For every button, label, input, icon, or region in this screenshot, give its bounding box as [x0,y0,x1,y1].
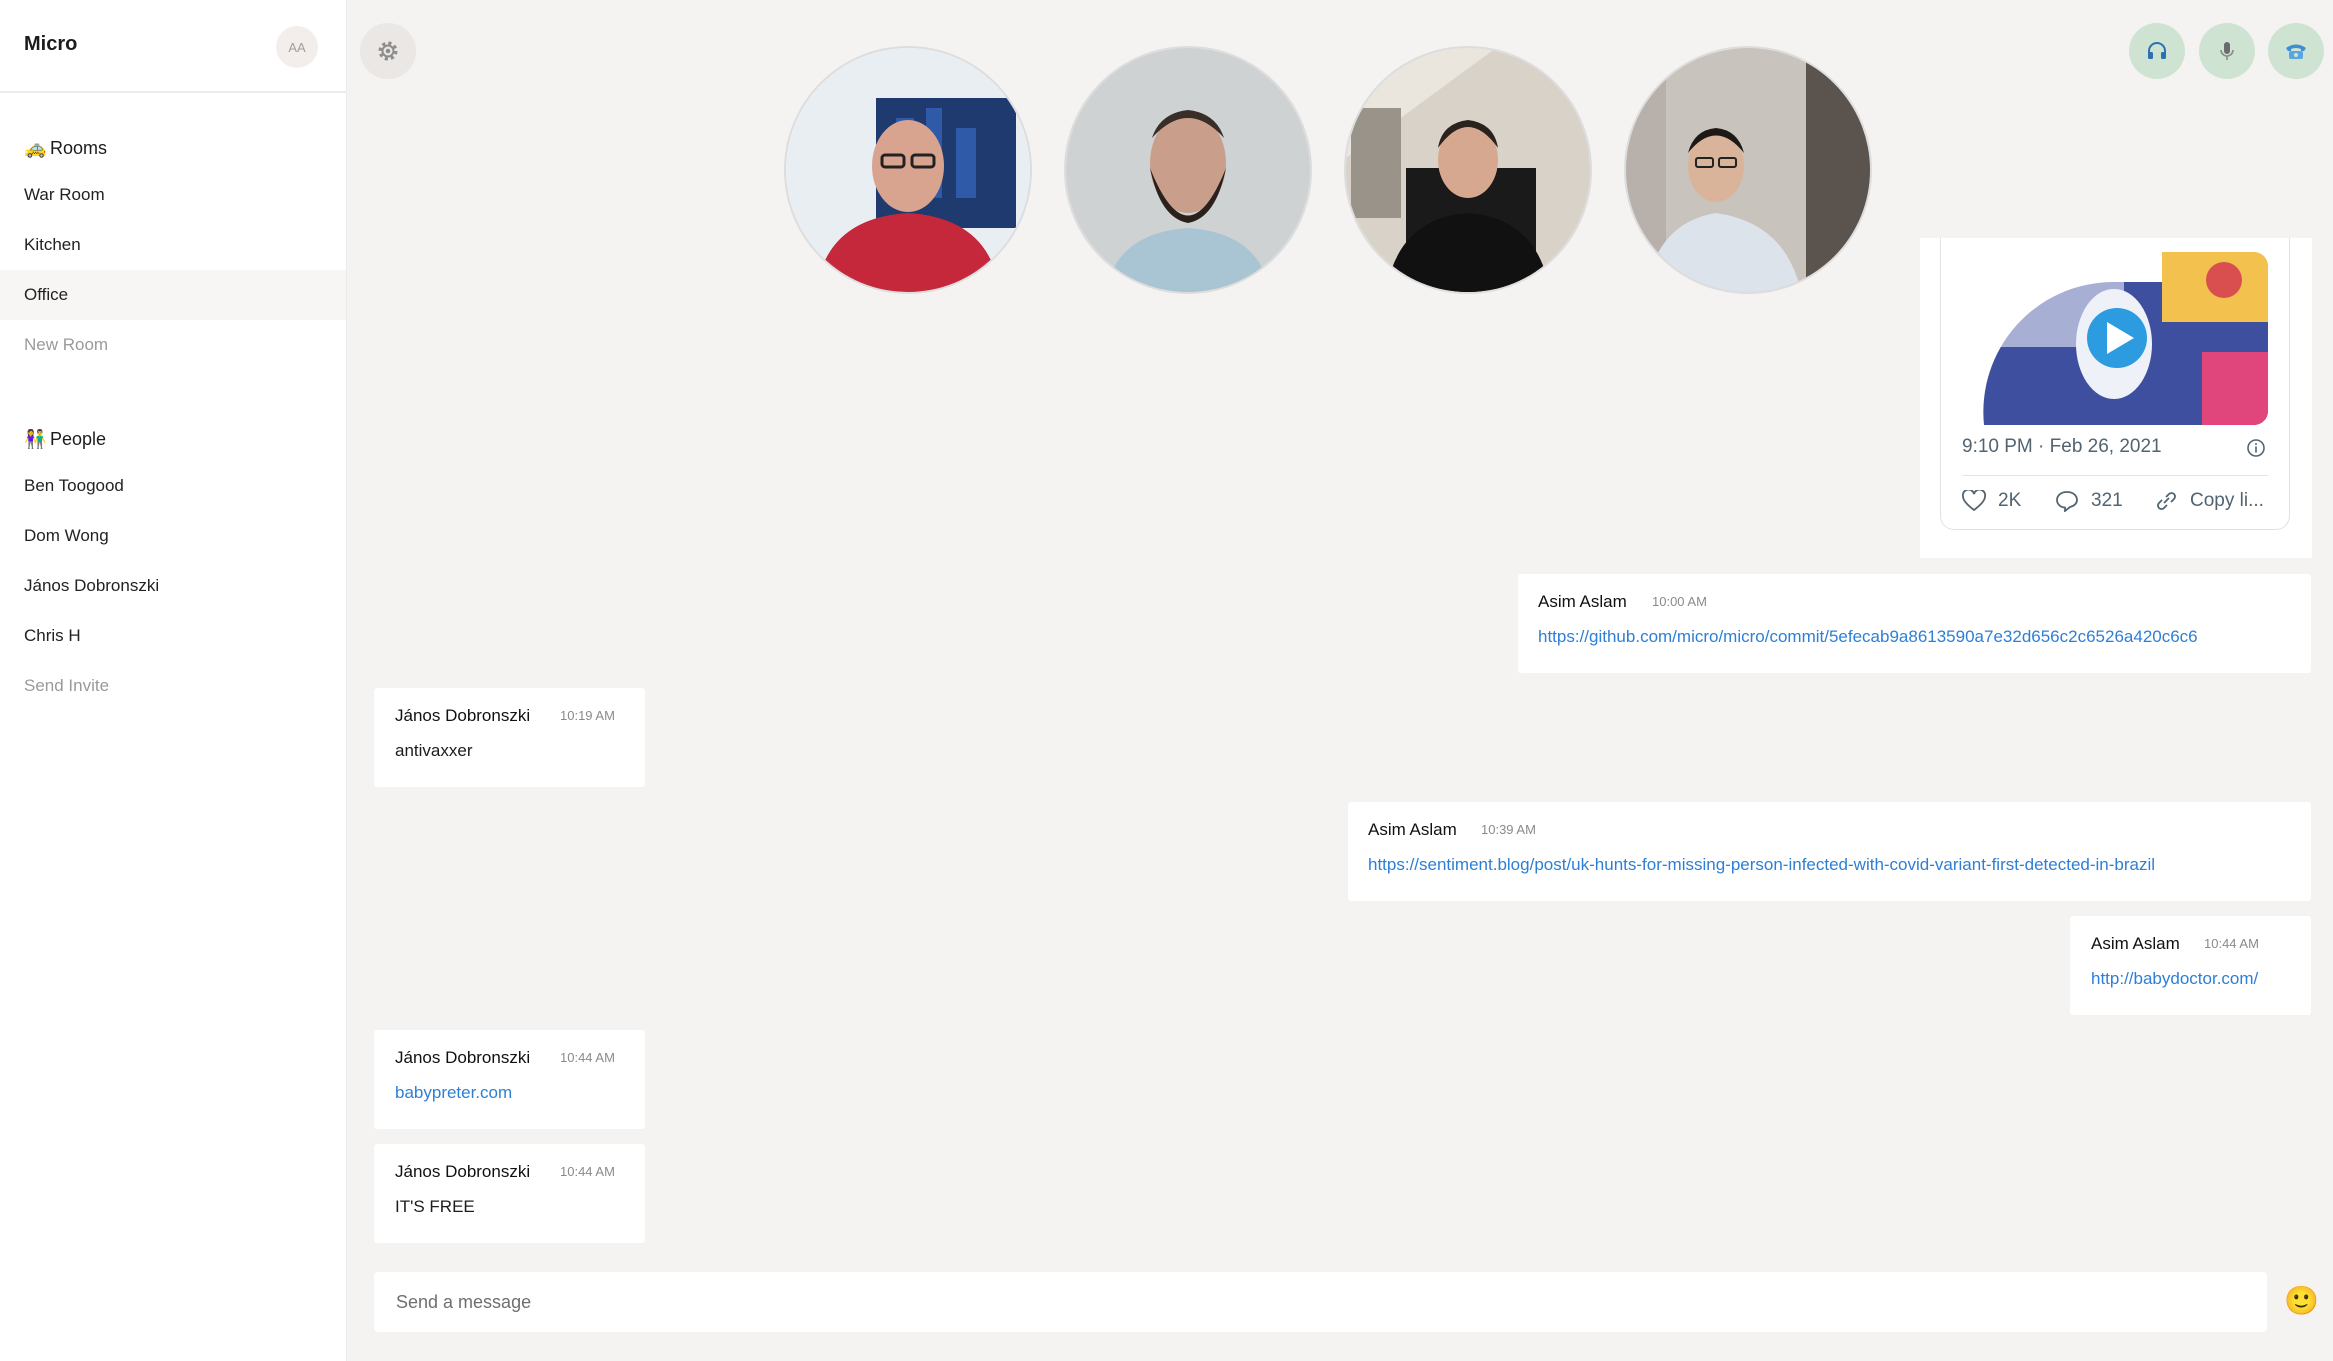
sidebar-item-war-room[interactable]: War Room [0,170,346,220]
chat-message: Asim Aslam 10:44 AM http://babydoctor.co… [2070,916,2311,1015]
message-time: 10:44 AM [2204,936,2259,951]
sidebar-item-janos-dobronszki[interactable]: János Dobronszki [0,561,346,611]
sidebar-item-ben-toogood[interactable]: Ben Toogood [0,461,346,511]
message-input[interactable] [374,1272,2267,1332]
message-author: János Dobronszki [395,1048,531,1067]
message-time: 10:44 AM [560,1050,615,1065]
message-time: 10:00 AM [1652,594,1707,609]
headphones-button[interactable] [2129,23,2185,79]
tweet-divider [1962,475,2268,476]
message-author: Asim Aslam [2091,934,2180,953]
comment-icon [2056,491,2078,512]
sidebar-item-kitchen[interactable]: Kitchen [0,220,346,270]
sidebar-item-office[interactable]: Office [0,270,346,320]
phone-icon [2286,44,2306,59]
message-time: 10:44 AM [560,1164,615,1179]
video-participant [1064,46,1312,294]
sidebar-header: Micro AA [0,0,346,93]
info-icon[interactable] [2246,438,2266,458]
chat-message: János Dobronszki 10:19 AM antivaxxer [374,688,645,787]
video-participant [1344,46,1592,294]
video-participant [1624,46,1872,294]
participant-video-image [1626,48,1870,292]
participant-video-image [1066,48,1310,292]
link-icon [2157,492,2176,510]
participant-video-image [1346,48,1590,292]
people-icon: 👫 [24,429,47,449]
sidebar-item-chris-h[interactable]: Chris H [0,611,346,661]
chat-message: Asim Aslam 10:39 AM https://sentiment.bl… [1348,802,2311,901]
emoji-picker-button[interactable]: 🙂 [2284,1285,2319,1317]
app-title: Micro [24,33,78,55]
chat-message: Asim Aslam 10:00 AM https://github.com/m… [1518,574,2311,673]
tweet-copy-link-button[interactable]: Copy li... [2154,490,2264,512]
participant-video-image [786,48,1030,292]
message-time: 10:39 AM [1481,822,1536,837]
taxi-icon: 🚕 [24,138,47,158]
chat-message: János Dobronszki 10:44 AM IT'S FREE [374,1144,645,1243]
phone-button[interactable] [2268,23,2324,79]
settings-button[interactable] [360,23,416,79]
message-author: János Dobronszki [395,1162,531,1181]
sidebar-item-dom-wong[interactable]: Dom Wong [0,511,346,561]
message-author: Asim Aslam [1538,592,1627,611]
copy-link-label: Copy li... [2190,490,2264,511]
microphone-button[interactable] [2199,23,2255,79]
video-thumbnail [1962,252,2268,425]
like-count: 2K [1998,490,2022,511]
message-author: János Dobronszki [395,706,531,725]
heart-icon [1962,490,1986,512]
rooms-header: 🚕 Rooms [24,138,107,159]
send-invite-button[interactable]: Send Invite [0,661,346,711]
message-link[interactable]: https://github.com/micro/micro/commit/5e… [1538,627,2198,647]
message-link[interactable]: babypreter.com [395,1083,512,1103]
avatar[interactable]: AA [276,26,318,68]
tweet-reply-button[interactable]: 321 [2055,490,2123,512]
tweet-timestamp: 9:10 PM · Feb 26, 2021 [1962,436,2162,457]
message-time: 10:19 AM [560,708,615,723]
tweet-like-button[interactable]: 2K [1962,490,2021,512]
chat-message: János Dobronszki 10:44 AM babypreter.com [374,1030,645,1129]
new-room-button[interactable]: New Room [0,320,346,370]
sidebar: Micro AA 🚕 Rooms War Room Kitchen Office… [0,0,347,1361]
message-text: IT'S FREE [395,1197,475,1216]
gear-icon [378,41,398,61]
headphones-icon [2148,42,2166,59]
video-participant [784,46,1032,294]
rooms-header-label: Rooms [50,138,108,158]
message-author: Asim Aslam [1368,820,1457,839]
tweet-video[interactable] [1962,252,2268,425]
people-header-label: People [50,429,107,449]
message-text: antivaxxer [395,741,473,760]
message-link[interactable]: http://babydoctor.com/ [2091,969,2258,989]
microphone-icon [2220,42,2234,60]
people-header: 👫 People [24,429,106,450]
reply-count: 321 [2091,490,2123,511]
message-link[interactable]: https://sentiment.blog/post/uk-hunts-for… [1368,855,2155,875]
